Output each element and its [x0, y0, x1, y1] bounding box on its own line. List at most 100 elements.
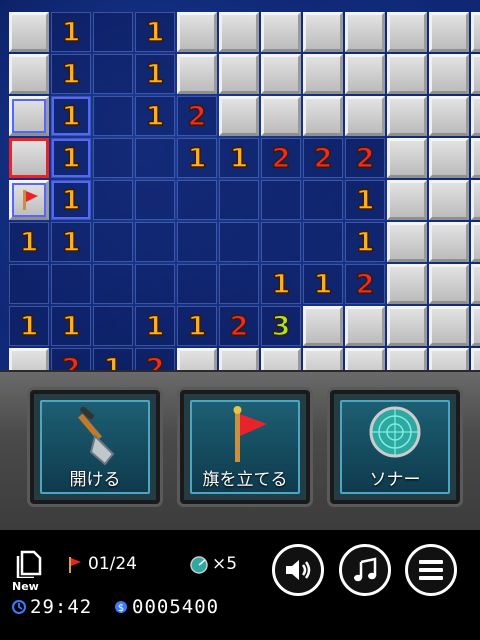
number-cell[interactable]: 1: [177, 306, 217, 346]
dig-button[interactable]: 開ける: [30, 390, 160, 504]
number-cell[interactable]: 2: [303, 138, 343, 178]
empty-cell[interactable]: [93, 12, 133, 52]
closed-cell[interactable]: [387, 348, 427, 370]
closed-cell[interactable]: [387, 264, 427, 304]
number-cell[interactable]: 2: [261, 138, 301, 178]
closed-cell[interactable]: [429, 222, 469, 262]
empty-cell[interactable]: [219, 264, 259, 304]
closed-cell[interactable]: [219, 96, 259, 136]
number-cell[interactable]: 2: [345, 138, 385, 178]
closed-cell[interactable]: [345, 96, 385, 136]
closed-cell[interactable]: [429, 12, 469, 52]
number-cell[interactable]: 1: [219, 138, 259, 178]
empty-cell[interactable]: [303, 180, 343, 220]
closed-cell[interactable]: [303, 348, 343, 370]
closed-cell[interactable]: [429, 180, 469, 220]
music-button[interactable]: [339, 544, 391, 596]
closed-cell[interactable]: [303, 96, 343, 136]
closed-cell[interactable]: [261, 96, 301, 136]
number-cell[interactable]: 2: [219, 306, 259, 346]
number-cell[interactable]: 1: [51, 54, 91, 94]
empty-cell[interactable]: [93, 180, 133, 220]
closed-cell[interactable]: [387, 12, 427, 52]
closed-cell[interactable]: [429, 96, 469, 136]
closed-cell[interactable]: [471, 138, 480, 178]
closed-cell[interactable]: [471, 264, 480, 304]
number-cell[interactable]: 2: [177, 96, 217, 136]
number-cell[interactable]: 2: [51, 348, 91, 370]
number-cell[interactable]: 1: [303, 264, 343, 304]
closed-cell[interactable]: [9, 12, 49, 52]
empty-cell[interactable]: [93, 222, 133, 262]
empty-cell[interactable]: [177, 264, 217, 304]
closed-cell[interactable]: [387, 138, 427, 178]
empty-cell[interactable]: [93, 138, 133, 178]
empty-cell[interactable]: [93, 264, 133, 304]
closed-cell[interactable]: [219, 12, 259, 52]
closed-cell[interactable]: [219, 348, 259, 370]
closed-cell[interactable]: [177, 348, 217, 370]
number-cell[interactable]: 1: [135, 54, 175, 94]
closed-cell[interactable]: [345, 12, 385, 52]
closed-cell[interactable]: [345, 54, 385, 94]
closed-cell[interactable]: [429, 348, 469, 370]
empty-cell[interactable]: [177, 222, 217, 262]
empty-cell[interactable]: [219, 180, 259, 220]
empty-cell[interactable]: [135, 138, 175, 178]
number-cell[interactable]: 3: [261, 306, 301, 346]
closed-cell[interactable]: [429, 306, 469, 346]
closed-cell[interactable]: [9, 138, 49, 178]
number-cell[interactable]: 1: [51, 180, 91, 220]
closed-cell[interactable]: [471, 222, 480, 262]
empty-cell[interactable]: [135, 180, 175, 220]
empty-cell[interactable]: [93, 96, 133, 136]
number-cell[interactable]: 2: [345, 264, 385, 304]
number-cell[interactable]: 1: [135, 96, 175, 136]
empty-cell[interactable]: [219, 222, 259, 262]
closed-cell[interactable]: [429, 54, 469, 94]
closed-cell[interactable]: [345, 348, 385, 370]
closed-cell[interactable]: [429, 138, 469, 178]
closed-cell[interactable]: [471, 54, 480, 94]
empty-cell[interactable]: [51, 264, 91, 304]
number-cell[interactable]: 1: [177, 138, 217, 178]
closed-cell[interactable]: [9, 348, 49, 370]
empty-cell[interactable]: [93, 306, 133, 346]
number-cell[interactable]: 1: [51, 138, 91, 178]
flag-button[interactable]: 旗を立てる: [180, 390, 310, 504]
number-cell[interactable]: 1: [51, 96, 91, 136]
closed-cell[interactable]: [387, 306, 427, 346]
number-cell[interactable]: 1: [345, 222, 385, 262]
number-cell[interactable]: 1: [135, 12, 175, 52]
closed-cell[interactable]: [387, 54, 427, 94]
closed-cell[interactable]: [177, 54, 217, 94]
closed-cell[interactable]: [303, 12, 343, 52]
closed-cell[interactable]: [471, 12, 480, 52]
closed-cell[interactable]: [345, 306, 385, 346]
closed-cell[interactable]: [303, 54, 343, 94]
number-cell[interactable]: 1: [345, 180, 385, 220]
number-cell[interactable]: 1: [261, 264, 301, 304]
empty-cell[interactable]: [135, 222, 175, 262]
closed-cell[interactable]: [387, 96, 427, 136]
empty-cell[interactable]: [9, 264, 49, 304]
empty-cell[interactable]: [261, 222, 301, 262]
closed-cell[interactable]: [219, 54, 259, 94]
number-cell[interactable]: 1: [135, 306, 175, 346]
empty-cell[interactable]: [135, 264, 175, 304]
closed-cell[interactable]: [261, 348, 301, 370]
closed-cell[interactable]: [429, 264, 469, 304]
closed-cell[interactable]: [303, 306, 343, 346]
closed-cell[interactable]: [9, 96, 49, 136]
closed-cell[interactable]: [387, 222, 427, 262]
menu-button[interactable]: [405, 544, 457, 596]
number-cell[interactable]: 1: [9, 222, 49, 262]
closed-cell[interactable]: [261, 12, 301, 52]
empty-cell[interactable]: [261, 180, 301, 220]
closed-cell[interactable]: [9, 54, 49, 94]
flagged-cell[interactable]: [9, 180, 49, 220]
closed-cell[interactable]: [471, 180, 480, 220]
closed-cell[interactable]: [471, 306, 480, 346]
number-cell[interactable]: 1: [9, 306, 49, 346]
number-cell[interactable]: 2: [135, 348, 175, 370]
